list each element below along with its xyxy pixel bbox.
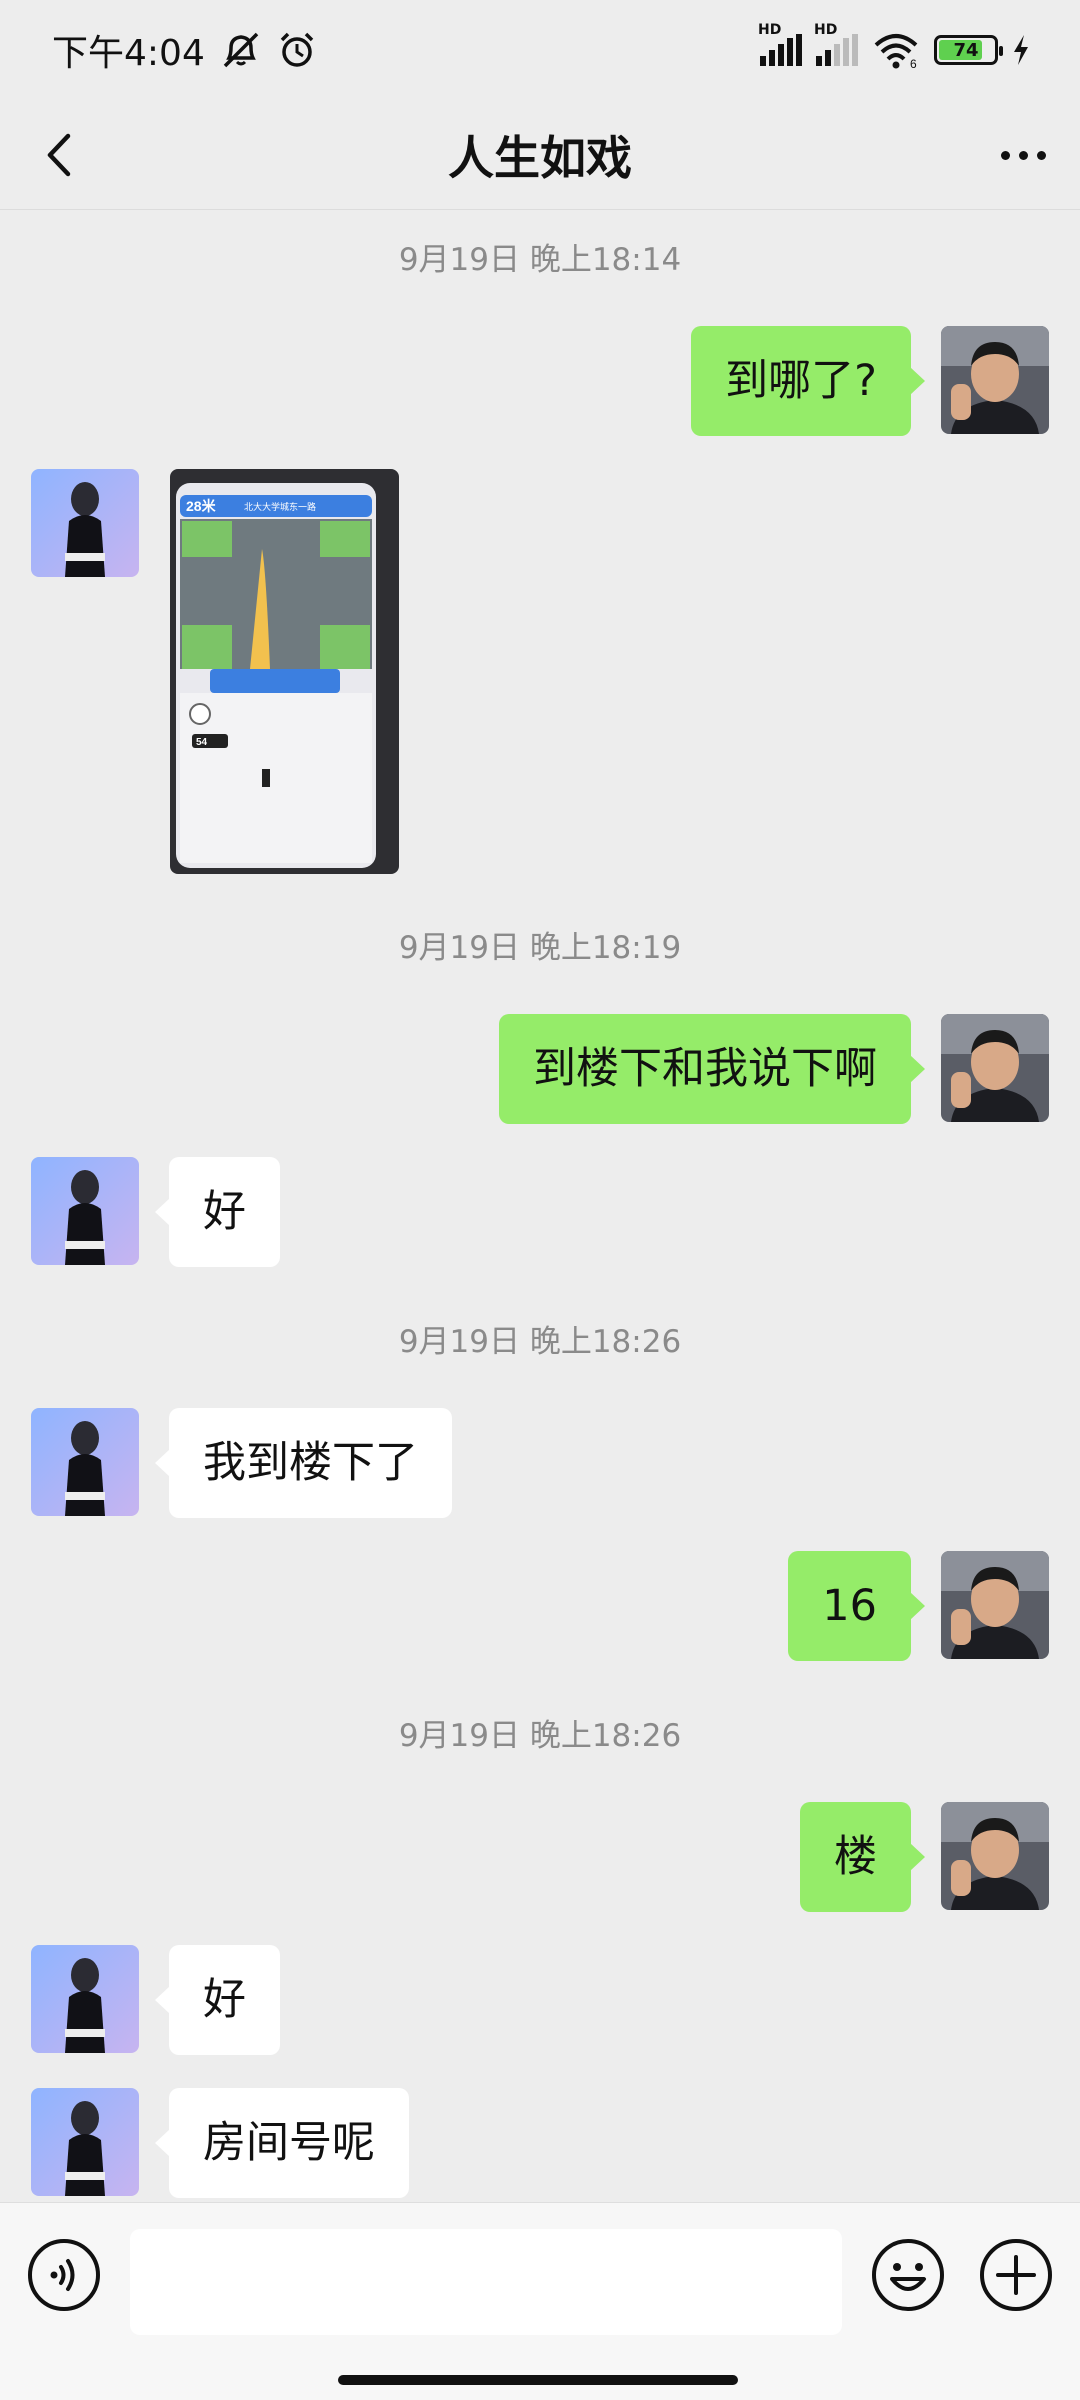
more-icon <box>1000 150 1046 160</box>
signal-icon-2: HD <box>814 22 858 66</box>
contact-avatar[interactable] <box>31 1157 139 1265</box>
my-avatar[interactable] <box>941 1014 1049 1122</box>
status-left: 下午4:04 <box>52 24 317 76</box>
message-timestamp: 9月19日 晚上18:26 <box>398 1718 682 1754</box>
contact-avatar[interactable] <box>31 1945 139 2053</box>
svg-text:54: 54 <box>196 737 208 748</box>
svg-text:北大大学城东一路: 北大大学城东一路 <box>244 501 316 512</box>
plus-icon <box>980 2239 1052 2311</box>
image-message[interactable]: 28米 北大大学城东一路 54 <box>170 469 399 874</box>
message-bubble-outgoing[interactable]: 到楼下和我说下啊 <box>499 1014 925 1124</box>
my-avatar[interactable] <box>941 1551 1049 1659</box>
home-indicator[interactable] <box>338 2375 738 2385</box>
more-functions-button[interactable] <box>978 2237 1054 2313</box>
message-bubble-incoming[interactable]: 好 <box>155 1157 280 1267</box>
status-right: HD HD 6 74 <box>758 22 1030 69</box>
back-icon <box>47 133 71 177</box>
chat-header: 人生如戏 <box>0 100 1080 210</box>
signal-icon-1: HD <box>758 22 802 66</box>
message-bubble-outgoing[interactable]: 16 <box>788 1551 925 1661</box>
charging-icon <box>1014 35 1028 65</box>
contact-avatar[interactable] <box>31 1408 139 1516</box>
voice-button[interactable] <box>26 2237 102 2313</box>
svg-text:28米: 28米 <box>186 498 217 514</box>
wifi-badge: 6 <box>910 57 917 69</box>
my-avatar[interactable] <box>941 1802 1049 1910</box>
status-time: 下午4:04 <box>52 33 205 74</box>
mute-icon <box>223 32 259 68</box>
contact-avatar[interactable] <box>31 469 139 577</box>
back-button[interactable] <box>30 122 96 188</box>
message-input[interactable] <box>130 2229 842 2335</box>
contact-avatar[interactable] <box>31 2088 139 2196</box>
emoji-icon <box>872 2239 944 2311</box>
message-bubble-incoming[interactable]: 房间号呢 <box>155 2088 409 2198</box>
message-timestamp: 9月19日 晚上18:14 <box>398 242 682 278</box>
wifi-icon: 6 <box>874 34 918 69</box>
input-bar <box>0 2202 1080 2400</box>
my-avatar[interactable] <box>941 326 1049 434</box>
chat-message-list[interactable]: 9月19日 晚上18:14 到哪了? 28米 北大大学城东一路 54 9月19日… <box>0 211 1080 2201</box>
message-bubble-incoming[interactable]: 好 <box>155 1945 280 2055</box>
message-bubble-incoming[interactable]: 我到楼下了 <box>155 1408 452 1518</box>
battery-indicator: 74 <box>934 35 1003 65</box>
message-timestamp: 9月19日 晚上18:19 <box>398 930 682 966</box>
emoji-button[interactable] <box>870 2237 946 2313</box>
battery-level: 74 <box>953 39 979 61</box>
voice-icon <box>28 2239 100 2311</box>
more-button[interactable] <box>990 122 1056 188</box>
navigation-screenshot-image: 28米 北大大学城东一路 54 <box>170 469 399 874</box>
message-bubble-outgoing[interactable]: 楼 <box>800 1802 925 1912</box>
message-bubble-outgoing[interactable]: 到哪了? <box>691 326 925 436</box>
alarm-icon <box>280 32 314 67</box>
chat-title: 人生如戏 <box>448 130 632 185</box>
status-bar: 下午4:04 HD HD 6 74 <box>0 0 1080 100</box>
message-timestamp: 9月19日 晚上18:26 <box>398 1324 682 1360</box>
